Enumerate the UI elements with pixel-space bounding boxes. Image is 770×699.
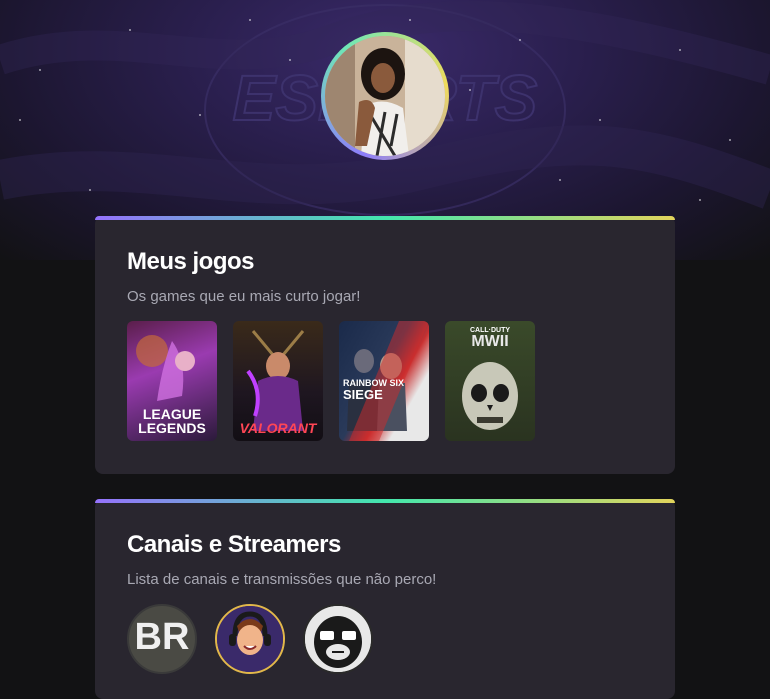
game-valorant[interactable]: VALORANT <box>233 321 323 441</box>
valorant-label: VALORANT <box>239 420 317 436</box>
profile-photo-icon <box>325 36 445 156</box>
game-rainbow-six-siege[interactable]: RAINBOW SIX SIEGE <box>339 321 429 441</box>
games-card-subtitle: Os games que eu mais curto jogar! <box>127 288 361 305</box>
streamer-avatar-icon <box>217 606 283 672</box>
r6-line2: SIEGE <box>343 387 383 402</box>
channels-list: BR <box>127 604 643 674</box>
channel-streamer[interactable] <box>215 604 285 674</box>
r6-label: RAINBOW SIX SIEGE <box>343 379 425 402</box>
games-list: LEAGUE LEGENDS VALORANT RAINBOW SIX SIEG… <box>127 321 643 441</box>
channels-card-subtitle: Lista de canais e transmissões que não p… <box>127 571 437 588</box>
cod-line2: MWII <box>471 333 509 350</box>
gorilla-glasses-icon <box>305 606 371 672</box>
game-league-of-legends[interactable]: LEAGUE LEGENDS <box>127 321 217 441</box>
channels-card: Canais e Streamers Lista de canais e tra… <box>95 499 675 699</box>
game-call-of-duty[interactable]: CALL·DUTY MWII <box>445 321 535 441</box>
game-label: LEAGUE LEGENDS <box>131 407 213 435</box>
channel-br-label: BR <box>134 616 190 658</box>
cod-label: CALL·DUTY MWII <box>449 327 531 350</box>
games-card: Meus jogos Os games que eu mais curto jo… <box>95 216 675 474</box>
channels-card-title: Canais e Streamers <box>127 531 341 558</box>
games-card-title: Meus jogos <box>127 248 255 275</box>
lol-line2: LEGENDS <box>138 420 206 436</box>
channel-br[interactable]: BR <box>127 604 197 674</box>
profile-avatar <box>325 36 445 156</box>
profile-avatar-ring <box>321 32 449 160</box>
channel-gorilla[interactable] <box>303 604 373 674</box>
lol-line1: LEAGUE <box>142 406 202 422</box>
